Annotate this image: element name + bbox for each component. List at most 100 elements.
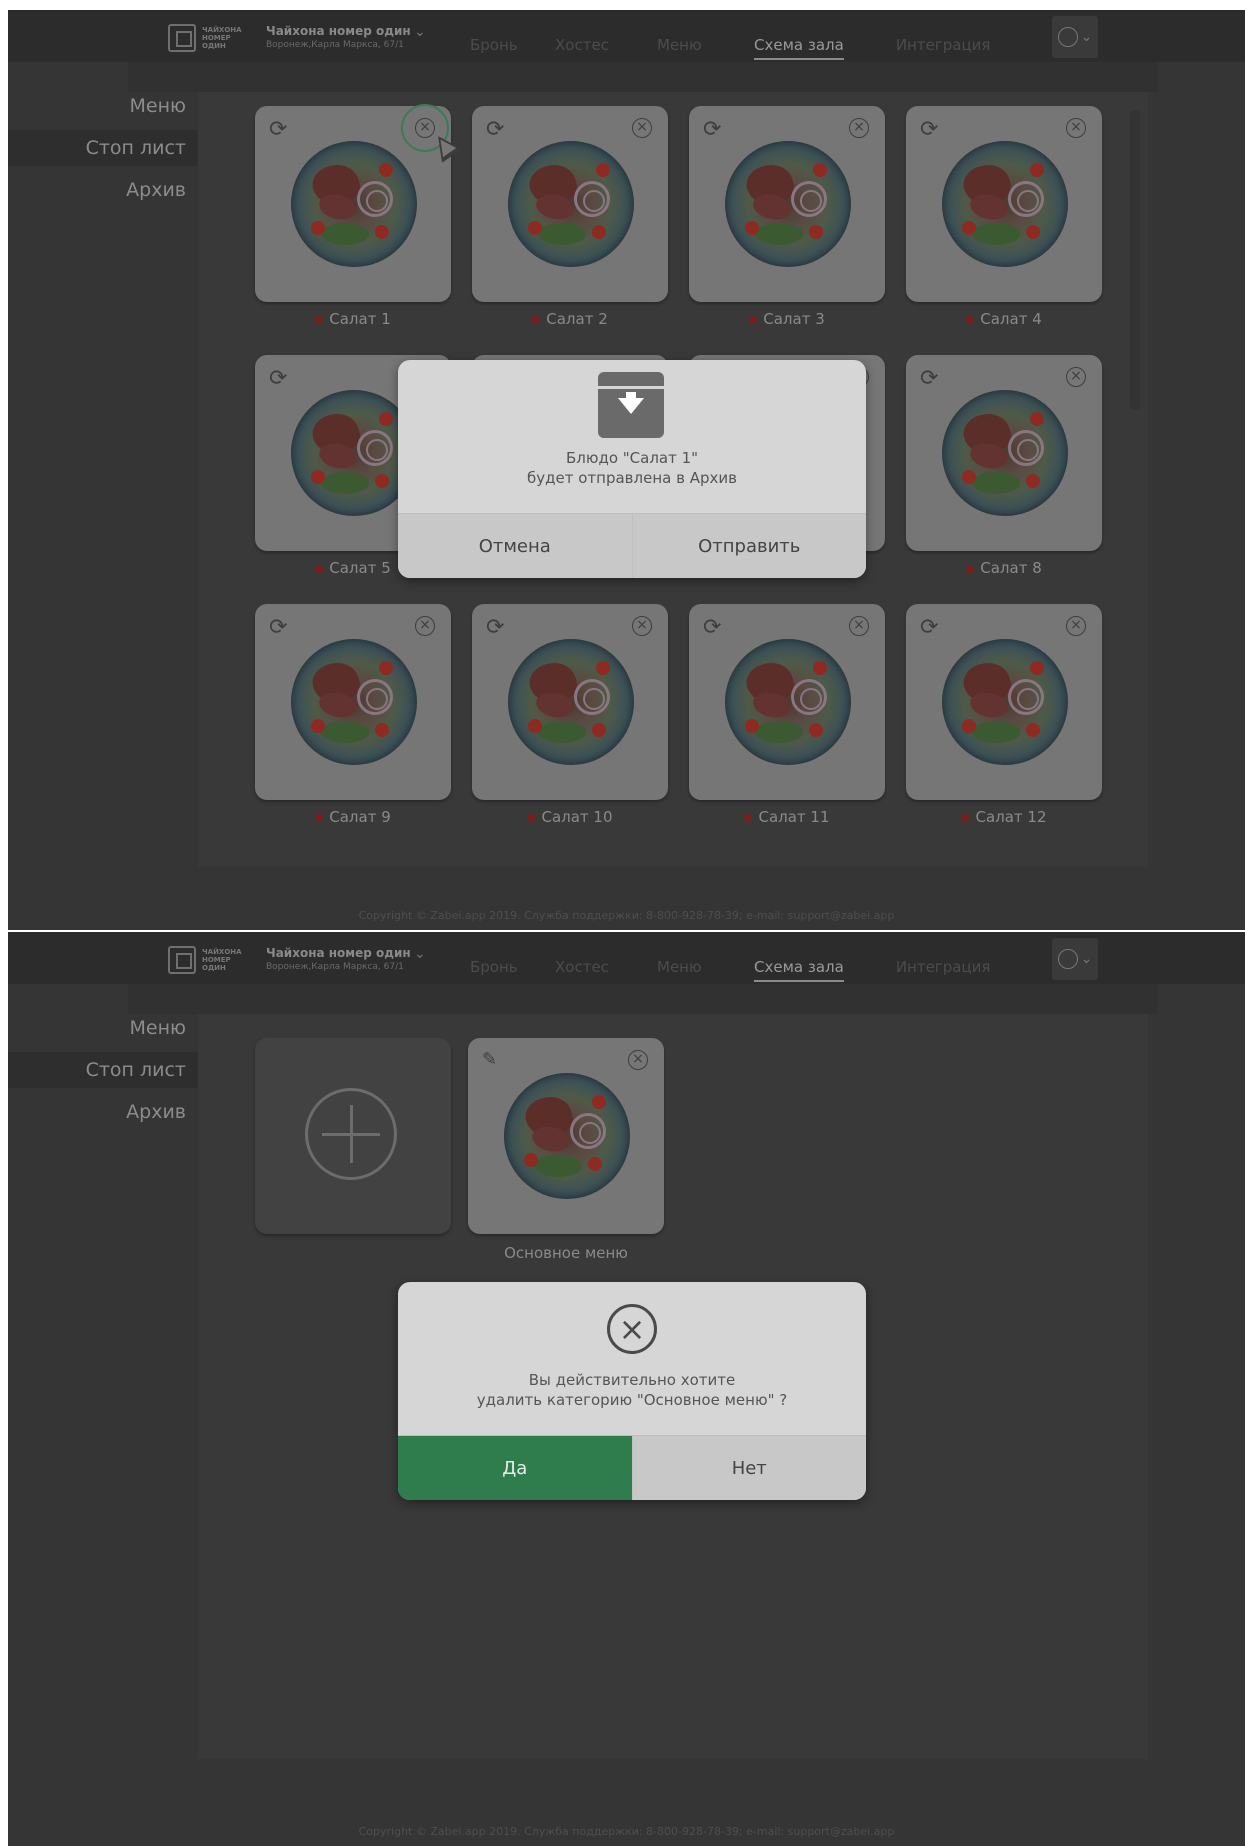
dish-card[interactable]: ⟳× bbox=[472, 106, 668, 302]
archive-confirm-dialog: Блюдо "Салат 1" будет отправлена в Архив… bbox=[398, 360, 866, 578]
refresh-icon[interactable]: ⟳ bbox=[269, 118, 293, 142]
dish-image bbox=[504, 1073, 630, 1199]
dish-card[interactable]: ⟳× bbox=[689, 604, 885, 800]
yes-button[interactable]: Да bbox=[398, 1436, 633, 1500]
stop-status-dot bbox=[966, 564, 975, 573]
close-icon[interactable]: × bbox=[632, 118, 652, 138]
stop-status-dot bbox=[961, 813, 970, 822]
close-icon[interactable]: × bbox=[628, 1050, 648, 1070]
dish-card[interactable]: ⟳× bbox=[472, 604, 668, 800]
nav-integration[interactable]: Интеграция bbox=[896, 958, 991, 976]
top-bar: ЧАЙХОНА НОМЕР ОДИН Чайхона номер один Во… bbox=[8, 932, 1245, 984]
close-icon[interactable]: × bbox=[1066, 367, 1086, 387]
logo-mark-icon bbox=[168, 946, 196, 974]
stop-status-dot bbox=[744, 813, 753, 822]
nav-bron[interactable]: Бронь bbox=[470, 36, 555, 54]
close-icon[interactable]: × bbox=[1066, 118, 1086, 138]
stop-status-dot bbox=[966, 315, 975, 324]
dish-image bbox=[508, 639, 634, 765]
no-button[interactable]: Нет bbox=[632, 1436, 866, 1500]
venue-name: Чайхона номер один bbox=[266, 946, 411, 960]
dish-image bbox=[291, 141, 417, 267]
refresh-icon[interactable]: ⟳ bbox=[269, 367, 293, 391]
nav-hall-scheme[interactable]: Схема зала bbox=[754, 958, 844, 982]
footer: Copyright © Zabei.app 2019. Служба подде… bbox=[358, 1825, 895, 1838]
close-circle-icon: × bbox=[607, 1304, 657, 1354]
dish-label: Салат 3 bbox=[689, 310, 885, 328]
dish-card[interactable]: ⟳× bbox=[906, 604, 1102, 800]
chevron-down-icon[interactable]: ⌄ bbox=[414, 24, 426, 40]
logo-mark-icon bbox=[168, 24, 196, 52]
dish-card[interactable]: ⟳× bbox=[906, 106, 1102, 302]
close-icon[interactable]: × bbox=[849, 118, 869, 138]
nav-hostess[interactable]: Хостес bbox=[555, 36, 657, 54]
nav-integration[interactable]: Интеграция bbox=[896, 36, 991, 54]
sidebar: Меню Стоп лист Архив bbox=[8, 1010, 198, 1136]
dish-image bbox=[725, 141, 851, 267]
stop-status-dot bbox=[527, 813, 536, 822]
sidebar-item-archive[interactable]: Архив bbox=[8, 172, 198, 208]
refresh-icon[interactable]: ⟳ bbox=[920, 118, 944, 142]
stop-status-dot bbox=[315, 564, 324, 573]
refresh-icon[interactable]: ⟳ bbox=[486, 118, 510, 142]
close-icon[interactable]: × bbox=[1066, 616, 1086, 636]
dialog-message: Вы действительно хотите удалить категори… bbox=[476, 1371, 788, 1409]
venue-address: Воронеж,Карла Маркса, 67/1 bbox=[266, 40, 404, 50]
edit-icon[interactable]: ✎ bbox=[482, 1050, 502, 1070]
chevron-down-icon: ⌄ bbox=[1080, 951, 1093, 967]
close-icon[interactable]: × bbox=[632, 616, 652, 636]
dish-image bbox=[291, 639, 417, 765]
dish-image bbox=[942, 390, 1068, 516]
refresh-icon[interactable]: ⟳ bbox=[703, 118, 727, 142]
cancel-button[interactable]: Отмена bbox=[398, 514, 633, 578]
send-button[interactable]: Отправить bbox=[632, 514, 866, 578]
dish-card[interactable]: ⟳× bbox=[255, 604, 451, 800]
refresh-icon[interactable]: ⟳ bbox=[703, 616, 727, 640]
stop-status-dot bbox=[749, 315, 758, 324]
user-icon bbox=[1057, 949, 1078, 969]
refresh-icon[interactable]: ⟳ bbox=[269, 616, 293, 640]
scrollbar[interactable] bbox=[1130, 110, 1140, 410]
dish-card[interactable]: ⟳× bbox=[689, 106, 885, 302]
dish-card[interactable]: ⟳× bbox=[906, 355, 1102, 551]
dish-label: Салат 8 bbox=[906, 559, 1102, 577]
refresh-icon[interactable]: ⟳ bbox=[486, 616, 510, 640]
sidebar-item-archive[interactable]: Архив bbox=[8, 1094, 198, 1130]
profile-menu[interactable]: ⌄ bbox=[1052, 16, 1098, 58]
sidebar-item-menu[interactable]: Меню bbox=[8, 1010, 198, 1046]
close-icon[interactable]: × bbox=[849, 616, 869, 636]
screen-archive-dish: ЧАЙХОНА НОМЕР ОДИН Чайхона номер один Во… bbox=[8, 10, 1245, 930]
main-nav: Бронь Хостес Меню Схема зала Интеграция bbox=[470, 36, 991, 60]
dish-label: Салат 1 bbox=[255, 310, 451, 328]
venue-selector[interactable]: Чайхона номер один Воронеж,Карла Маркса,… bbox=[266, 946, 411, 972]
nav-menu[interactable]: Меню bbox=[657, 958, 754, 976]
dish-label: Салат 12 bbox=[906, 808, 1102, 826]
user-icon bbox=[1057, 27, 1078, 47]
sidebar-item-menu[interactable]: Меню bbox=[8, 88, 198, 124]
refresh-icon[interactable]: ⟳ bbox=[920, 367, 944, 391]
sidebar: Меню Стоп лист Архив bbox=[8, 88, 198, 214]
nav-bron[interactable]: Бронь bbox=[470, 958, 555, 976]
archive-icon bbox=[598, 372, 664, 438]
plus-icon bbox=[305, 1088, 397, 1180]
chevron-down-icon[interactable]: ⌄ bbox=[414, 946, 426, 962]
screen-delete-category: ЧАЙХОНА НОМЕР ОДИН Чайхона номер один Во… bbox=[8, 932, 1245, 1846]
venue-selector[interactable]: Чайхона номер один Воронеж,Карла Маркса,… bbox=[266, 24, 411, 50]
stop-status-dot bbox=[532, 315, 541, 324]
nav-menu[interactable]: Меню bbox=[657, 36, 754, 54]
sidebar-item-stop-list[interactable]: Стоп лист bbox=[8, 130, 198, 166]
venue-name: Чайхона номер один bbox=[266, 24, 411, 38]
dish-image bbox=[942, 141, 1068, 267]
dish-card[interactable]: ⟳× bbox=[255, 104, 462, 302]
close-icon[interactable]: × bbox=[415, 616, 435, 636]
nav-hall-scheme[interactable]: Схема зала bbox=[754, 36, 844, 60]
add-category-button[interactable] bbox=[255, 1038, 451, 1234]
category-card[interactable]: ✎ × bbox=[468, 1038, 664, 1234]
nav-hostess[interactable]: Хостес bbox=[555, 958, 657, 976]
profile-menu[interactable]: ⌄ bbox=[1052, 938, 1098, 980]
dish-label: Салат 4 bbox=[906, 310, 1102, 328]
category-label: Основное меню bbox=[504, 1244, 628, 1262]
sidebar-item-stop-list[interactable]: Стоп лист bbox=[8, 1052, 198, 1088]
refresh-icon[interactable]: ⟳ bbox=[920, 616, 944, 640]
dish-label: Салат 2 bbox=[472, 310, 668, 328]
